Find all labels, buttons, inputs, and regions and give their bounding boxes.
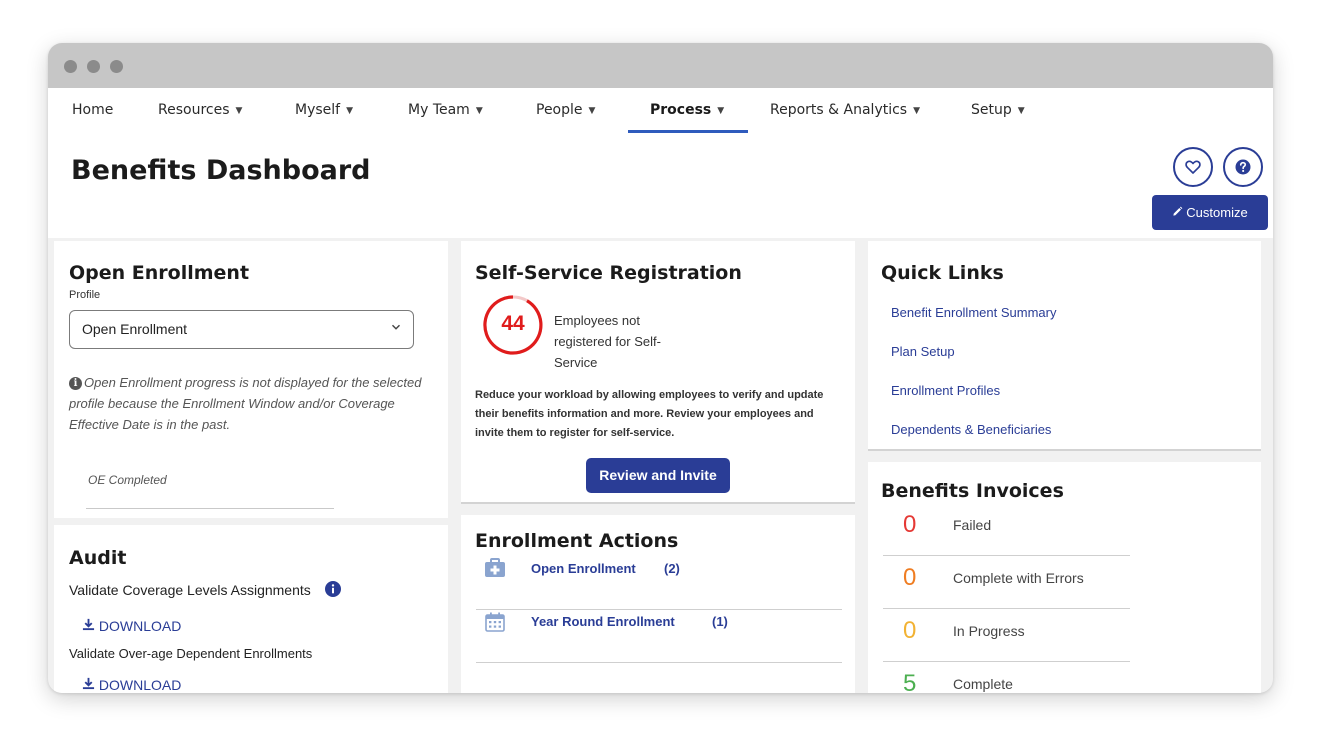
enrollment-action-row[interactable]: Open Enrollment (2) [476, 557, 842, 610]
invoice-status-row[interactable]: 0 Failed [883, 503, 1130, 556]
info-icon: i [69, 377, 82, 390]
nav-reports-label: Reports & Analytics [770, 102, 908, 118]
window-dot-close[interactable] [64, 60, 77, 73]
calendar-icon [484, 611, 506, 638]
invoice-status-label: Complete [953, 676, 1013, 692]
nav-home[interactable]: Home [72, 88, 113, 133]
unregistered-count: 44 [501, 312, 525, 335]
oe-status: OE Completed [88, 473, 167, 487]
nav-resources-label: Resources [158, 102, 230, 118]
audit-item-coverage: Validate Coverage Levels Assignments [69, 581, 341, 600]
nav-setup[interactable]: Setup ▼ [971, 88, 1025, 133]
chevron-down-icon [391, 311, 401, 348]
download-coverage-label: DOWNLOAD [98, 618, 182, 634]
invoice-status-count: 0 [903, 564, 917, 591]
invoice-status-count: 0 [903, 617, 917, 644]
invoice-status-count: 0 [903, 511, 917, 538]
page-title: Benefits Dashboard [71, 155, 371, 186]
download-overage-label: DOWNLOAD [98, 677, 182, 693]
question-icon [1235, 159, 1251, 175]
profile-label: Profile [69, 289, 101, 301]
pencil-icon [1172, 195, 1183, 230]
download-icon [82, 618, 99, 634]
nav-my-team[interactable]: My Team ▼ [408, 88, 483, 133]
browser-window: Home Resources ▼ Myself ▼ My Team ▼ People ▼… [48, 43, 1273, 693]
open-enrollment-card: Open Enrollment Profile Open Enrollment … [54, 241, 448, 518]
nav-resources[interactable]: Resources ▼ [158, 88, 242, 133]
nav-my-team-label: My Team [408, 102, 470, 118]
invoice-status-row[interactable]: 0 Complete with Errors [883, 556, 1130, 609]
window-dot-minimize[interactable] [87, 60, 100, 73]
chevron-down-icon: ▼ [717, 106, 725, 116]
unregistered-label: Employees not registered for Self-Servic… [554, 313, 661, 370]
enrollment-action-label: Year Round Enrollment [531, 614, 675, 629]
chevron-down-icon: ▼ [475, 106, 483, 116]
window-dot-maximize[interactable] [110, 60, 123, 73]
open-enrollment-note: i Open Enrollment progress is not display… [69, 372, 429, 435]
chevron-down-icon: ▼ [588, 106, 596, 116]
download-coverage-link[interactable]: DOWNLOAD [82, 618, 181, 634]
nav-myself-label: Myself [295, 102, 341, 118]
audit-title: Audit [69, 547, 127, 569]
chevron-down-icon: ▼ [1017, 106, 1025, 116]
invoice-status-row[interactable]: 0 In Progress [883, 609, 1130, 662]
medical-kit-icon [484, 558, 506, 583]
invoice-status-count: 5 [903, 670, 917, 693]
quick-link[interactable]: Enrollment Profiles [891, 383, 1000, 398]
self-service-description: Reduce your workload by allowing employe… [475, 389, 824, 439]
quick-links-card: Quick Links Benefit Enrollment Summary P… [868, 241, 1261, 451]
card-divider [868, 449, 1261, 451]
download-overage-link[interactable]: DOWNLOAD [82, 677, 181, 693]
audit-card: Audit Validate Coverage Levels Assignmen… [54, 525, 448, 693]
nav-home-label: Home [72, 102, 114, 118]
page-header: Benefits Dashboard Customize [48, 133, 1273, 238]
self-service-title: Self-Service Registration [475, 262, 742, 284]
chevron-down-icon: ▼ [913, 106, 921, 116]
enrollment-action-label: Open Enrollment [531, 561, 636, 576]
top-nav: Home Resources ▼ Myself ▼ My Team ▼ People ▼… [48, 88, 1273, 133]
card-divider [461, 502, 855, 504]
enrollment-actions-card: Enrollment Actions Open Enrollment (2) Y… [461, 515, 855, 693]
nav-myself[interactable]: Myself ▼ [295, 88, 353, 133]
invoice-status-label: Complete with Errors [953, 570, 1084, 586]
invoice-status-label: Failed [953, 517, 992, 533]
favorite-button[interactable] [1173, 147, 1213, 187]
enrollment-action-count: (1) [712, 614, 728, 629]
nav-process[interactable]: Process ▼ [650, 88, 724, 133]
chevron-down-icon: ▼ [235, 106, 243, 116]
enrollment-action-row[interactable]: Year Round Enrollment (1) [476, 610, 842, 663]
quick-links-title: Quick Links [881, 262, 1004, 284]
chevron-down-icon: ▼ [346, 106, 354, 116]
profile-select-value: Open Enrollment [82, 321, 188, 337]
benefits-invoices-card: Benefits Invoices 0 Failed 0 Complete wi… [868, 462, 1261, 693]
self-service-card: Self-Service Registration 44 Employees n… [461, 241, 855, 504]
nav-process-label: Process [650, 102, 712, 118]
nav-setup-label: Setup [971, 102, 1012, 118]
oe-progress-line [86, 508, 334, 509]
audit-item-coverage-label: Validate Coverage Levels Assignments [69, 582, 311, 598]
heart-icon [1185, 160, 1201, 174]
customize-label: Customize [1186, 205, 1248, 220]
quick-link[interactable]: Benefit Enrollment Summary [891, 305, 1056, 320]
nav-people-label: People [536, 102, 583, 118]
quick-link[interactable]: Dependents & Beneficiaries [891, 422, 1051, 437]
help-button[interactable] [1223, 147, 1263, 187]
audit-item-overage: Validate Over-age Dependent Enrollments [69, 646, 313, 661]
enrollment-actions-title: Enrollment Actions [475, 530, 679, 552]
invoice-status-row[interactable]: 5 Complete [883, 662, 1130, 693]
quick-link[interactable]: Plan Setup [891, 344, 955, 359]
benefits-invoices-title: Benefits Invoices [881, 480, 1064, 502]
enrollment-action-count: (2) [664, 561, 680, 576]
info-icon[interactable] [324, 581, 341, 600]
nav-people[interactable]: People ▼ [536, 88, 595, 133]
open-enrollment-note-text: Open Enrollment progress is not displaye… [69, 375, 422, 432]
review-and-invite-button[interactable]: Review and Invite [586, 458, 730, 493]
customize-button[interactable]: Customize [1152, 195, 1268, 230]
profile-select[interactable]: Open Enrollment [69, 310, 414, 349]
nav-reports-analytics[interactable]: Reports & Analytics ▼ [770, 88, 920, 133]
title-bar [48, 43, 1273, 88]
invoice-status-label: In Progress [953, 623, 1025, 639]
open-enrollment-title: Open Enrollment [69, 262, 250, 284]
download-icon [82, 677, 99, 693]
